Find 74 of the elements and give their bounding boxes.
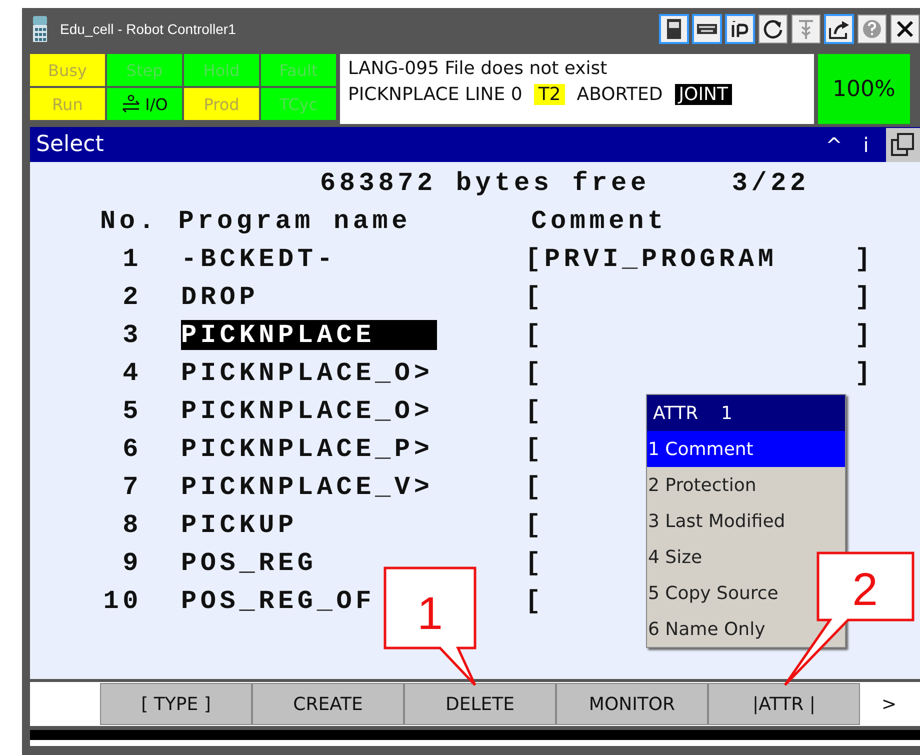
menu-item[interactable]: 2 Protection [647, 467, 845, 503]
program-name[interactable]: -BCKEDT- [181, 244, 336, 274]
menu-item[interactable]: 6 Name Only [647, 611, 845, 647]
program-name[interactable]: PICKNPLACE_O> [181, 396, 434, 426]
status-text: ABORTED [576, 84, 664, 105]
function-key[interactable]: MONITOR [556, 683, 708, 725]
program-name[interactable]: PICKNPLACE_O> [181, 358, 434, 388]
screen-title: Select [35, 132, 105, 157]
program-number: 1 [122, 244, 142, 274]
antenna-icon[interactable] [791, 14, 821, 44]
window-title: Edu_cell - Robot Controller1 [60, 21, 237, 37]
program-number: 5 [122, 396, 142, 426]
status-indicator: Fault [261, 54, 336, 86]
override-indicator: 100% [818, 54, 910, 124]
program-comment: [ [525, 510, 544, 540]
menu-item[interactable]: 3 Last Modified [647, 503, 845, 539]
menu-item[interactable]: 1 Comment [647, 431, 845, 467]
program-comment: [ ] [525, 282, 874, 312]
program-comment: [ [525, 548, 544, 578]
up-button[interactable]: ^ [818, 132, 850, 156]
status-indicator: I/O [107, 88, 182, 120]
window-icon[interactable] [886, 128, 920, 162]
io-arrows-icon [121, 95, 142, 113]
program-number: 9 [122, 548, 142, 578]
status-indicator: Step [107, 54, 182, 86]
teach-pendant-icon [32, 16, 48, 42]
status-text: T2 [534, 84, 565, 105]
ip-icon[interactable] [725, 14, 755, 44]
program-comment: [PRVI_PROGRAM ] [525, 244, 874, 274]
program-name[interactable]: PICKUP [181, 510, 298, 540]
program-comment: [ [525, 434, 544, 464]
program-name[interactable]: PICKNPLACE_P> [181, 434, 434, 464]
status-indicator: Prod [184, 88, 259, 120]
program-name[interactable]: PICKNPLACE [181, 320, 437, 350]
status-text: PICKNPLACE LINE 0 [348, 84, 524, 105]
status-indicator: Busy [30, 54, 105, 86]
program-number: 10 [102, 586, 142, 616]
program-number: 7 [122, 472, 142, 502]
memory-text: 683872 bytes free [320, 168, 650, 198]
status-text: JOINT [674, 84, 732, 105]
refresh-icon[interactable] [758, 14, 788, 44]
program-name[interactable]: PICKNPLACE_V> [181, 472, 434, 502]
column-header: Comment [531, 206, 667, 236]
keyboard-icon[interactable] [692, 14, 722, 44]
function-key[interactable]: [ TYPE ] [100, 683, 252, 725]
program-name[interactable]: POS_REG [181, 548, 317, 578]
function-key[interactable]: DELETE [404, 683, 556, 725]
program-comment: [ [525, 586, 544, 616]
function-key[interactable]: CREATE [252, 683, 404, 725]
program-name[interactable]: POS_REG_OF [181, 586, 376, 616]
program-comment: [ ] [525, 320, 874, 350]
status-indicator: Run [30, 88, 105, 120]
pendant-icon[interactable] [659, 14, 689, 44]
status-indicator: TCyc [261, 88, 336, 120]
column-header: Program name [178, 206, 412, 236]
program-number: 6 [122, 434, 142, 464]
help-icon[interactable] [857, 14, 887, 44]
position-text: 3/22 [732, 168, 810, 198]
program-number: 8 [122, 510, 142, 540]
column-header: No. [100, 206, 158, 236]
program-name[interactable]: DROP [181, 282, 259, 312]
status-indicator: Hold [184, 54, 259, 86]
alarm-message: LANG-095 File does not exist [348, 58, 608, 79]
share-icon[interactable] [824, 14, 854, 44]
program-comment: [ [525, 472, 544, 502]
program-number: 4 [122, 358, 142, 388]
info-button[interactable]: i [850, 132, 882, 156]
menu-title: ATTR 1 [647, 395, 845, 431]
close-icon[interactable] [890, 14, 920, 44]
program-number: 2 [122, 282, 142, 312]
program-number: 3 [122, 320, 142, 350]
program-comment: [ ] [525, 358, 874, 388]
function-key[interactable]: |ATTR | [708, 683, 860, 725]
program-comment: [ [525, 396, 544, 426]
